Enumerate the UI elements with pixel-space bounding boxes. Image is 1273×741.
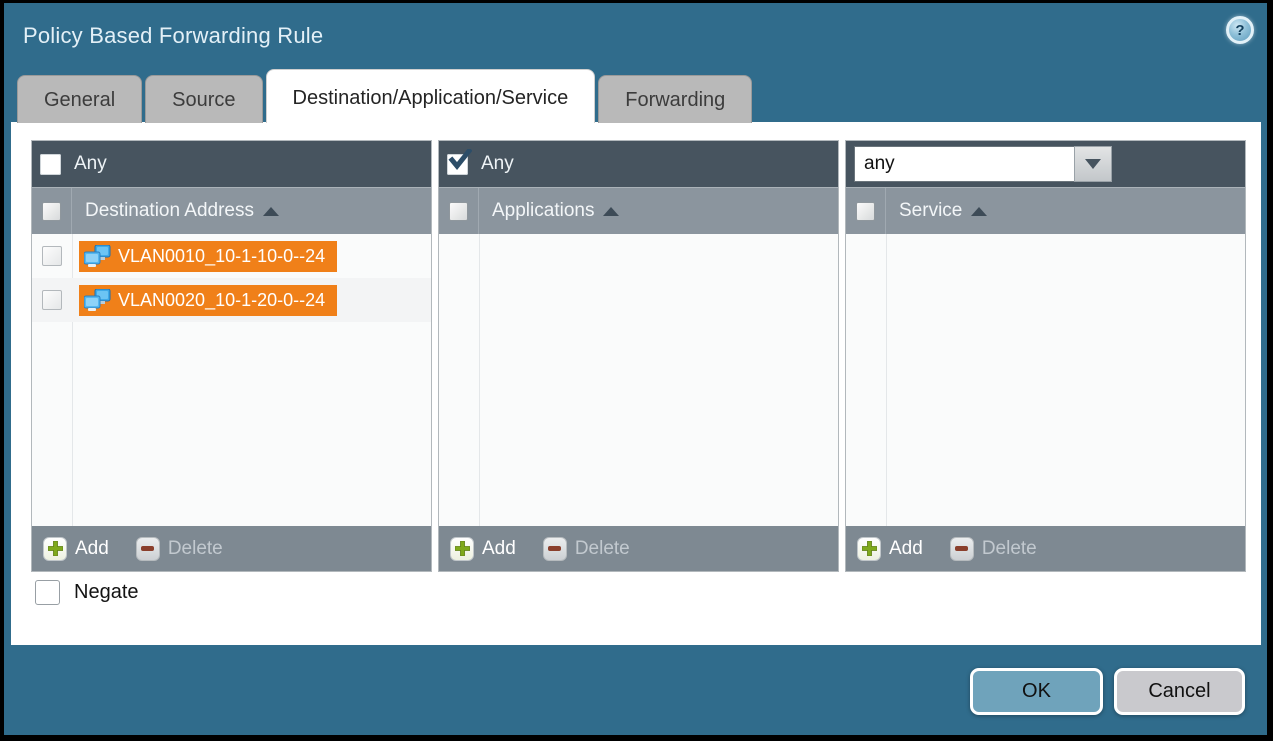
checkmark-icon (448, 149, 472, 173)
applications-any-label: Any (481, 153, 514, 175)
destination-selectall-checkbox[interactable] (42, 202, 61, 221)
destination-header-row: Destination Address (32, 187, 431, 234)
destination-address-panel: Any Destination Address (31, 140, 432, 572)
delete-label: Delete (168, 538, 223, 560)
add-label: Add (75, 538, 109, 560)
add-plus-icon (450, 537, 474, 561)
service-list (846, 234, 1245, 526)
negate-label: Negate (74, 581, 139, 604)
titlebar: Policy Based Forwarding Rule ? (4, 3, 1267, 65)
delete-minus-icon (950, 537, 974, 561)
applications-panel: Any Applications (438, 140, 839, 572)
service-dropdown-value[interactable]: any (854, 146, 1074, 182)
service-dropdown[interactable]: any (854, 146, 1112, 182)
cancel-button[interactable]: Cancel (1114, 668, 1245, 715)
screenshot-frame: Policy Based Forwarding Rule ? General S… (0, 0, 1273, 741)
destination-any-label: Any (74, 153, 107, 175)
delete-label: Delete (575, 538, 630, 560)
sort-asc-icon[interactable] (971, 207, 987, 216)
applications-header-label[interactable]: Applications (492, 200, 594, 222)
negate-row: Negate (35, 580, 139, 605)
destination-row1-checkbox[interactable] (42, 246, 62, 266)
ok-button[interactable]: OK (970, 668, 1103, 715)
service-toolbar: Add Delete (846, 526, 1245, 571)
sort-asc-icon[interactable] (603, 207, 619, 216)
column-separator (479, 234, 480, 526)
destination-header-label[interactable]: Destination Address (85, 200, 254, 222)
pbf-rule-dialog: Policy Based Forwarding Rule ? General S… (4, 3, 1267, 735)
service-any-row: any (846, 141, 1245, 187)
help-icon[interactable]: ? (1226, 16, 1254, 44)
destination-item-vlan0020[interactable]: VLAN0020_10-1-20-0--24 (79, 285, 337, 316)
applications-add-button[interactable]: Add (450, 537, 516, 561)
tab-content: Any Destination Address (11, 122, 1261, 645)
column-separator (886, 234, 887, 526)
destination-item-label: VLAN0010_10-1-10-0--24 (118, 246, 325, 267)
tab-general[interactable]: General (17, 75, 142, 123)
tab-forwarding[interactable]: Forwarding (598, 75, 752, 123)
applications-header-row: Applications (439, 187, 838, 234)
tab-destination-application-service[interactable]: Destination/Application/Service (266, 69, 596, 123)
sort-asc-icon[interactable] (263, 207, 279, 216)
help-glyph: ? (1235, 22, 1244, 39)
destination-any-checkbox[interactable] (40, 154, 61, 175)
dialog-title: Policy Based Forwarding Rule (23, 23, 323, 49)
tab-source[interactable]: Source (145, 75, 262, 123)
destination-toolbar: Add Delete (32, 526, 431, 571)
applications-toolbar: Add Delete (439, 526, 838, 571)
service-header-label[interactable]: Service (899, 200, 962, 222)
dialog-buttons: OK Cancel (970, 668, 1245, 715)
destination-item-label: VLAN0020_10-1-20-0--24 (118, 290, 325, 311)
negate-checkbox[interactable] (35, 580, 60, 605)
destination-any-row: Any (32, 141, 431, 187)
chevron-down-icon (1085, 159, 1101, 169)
table-row: VLAN0010_10-1-10-0--24 (32, 234, 431, 278)
add-plus-icon (857, 537, 881, 561)
add-plus-icon (43, 537, 67, 561)
destination-delete-button[interactable]: Delete (136, 537, 223, 561)
service-delete-button[interactable]: Delete (950, 537, 1037, 561)
service-panel: any Service (845, 140, 1246, 572)
service-dropdown-button[interactable] (1074, 146, 1112, 182)
destination-add-button[interactable]: Add (43, 537, 109, 561)
applications-list (439, 234, 838, 526)
applications-selectall-checkbox[interactable] (449, 202, 468, 221)
destination-list: VLAN0010_10-1-10-0--24 (32, 234, 431, 526)
tab-bar: General Source Destination/Application/S… (17, 69, 1260, 123)
delete-label: Delete (982, 538, 1037, 560)
destination-row2-checkbox[interactable] (42, 290, 62, 310)
service-add-button[interactable]: Add (857, 537, 923, 561)
applications-any-row: Any (439, 141, 838, 187)
service-header-row: Service (846, 187, 1245, 234)
table-row: VLAN0020_10-1-20-0--24 (32, 278, 431, 322)
applications-delete-button[interactable]: Delete (543, 537, 630, 561)
network-address-icon (84, 245, 111, 268)
network-address-icon (84, 289, 111, 312)
add-label: Add (482, 538, 516, 560)
applications-any-checkbox[interactable] (447, 154, 468, 175)
columns: Any Destination Address (31, 140, 1246, 572)
delete-minus-icon (543, 537, 567, 561)
service-selectall-checkbox[interactable] (856, 202, 875, 221)
destination-item-vlan0010[interactable]: VLAN0010_10-1-10-0--24 (79, 241, 337, 272)
delete-minus-icon (136, 537, 160, 561)
add-label: Add (889, 538, 923, 560)
